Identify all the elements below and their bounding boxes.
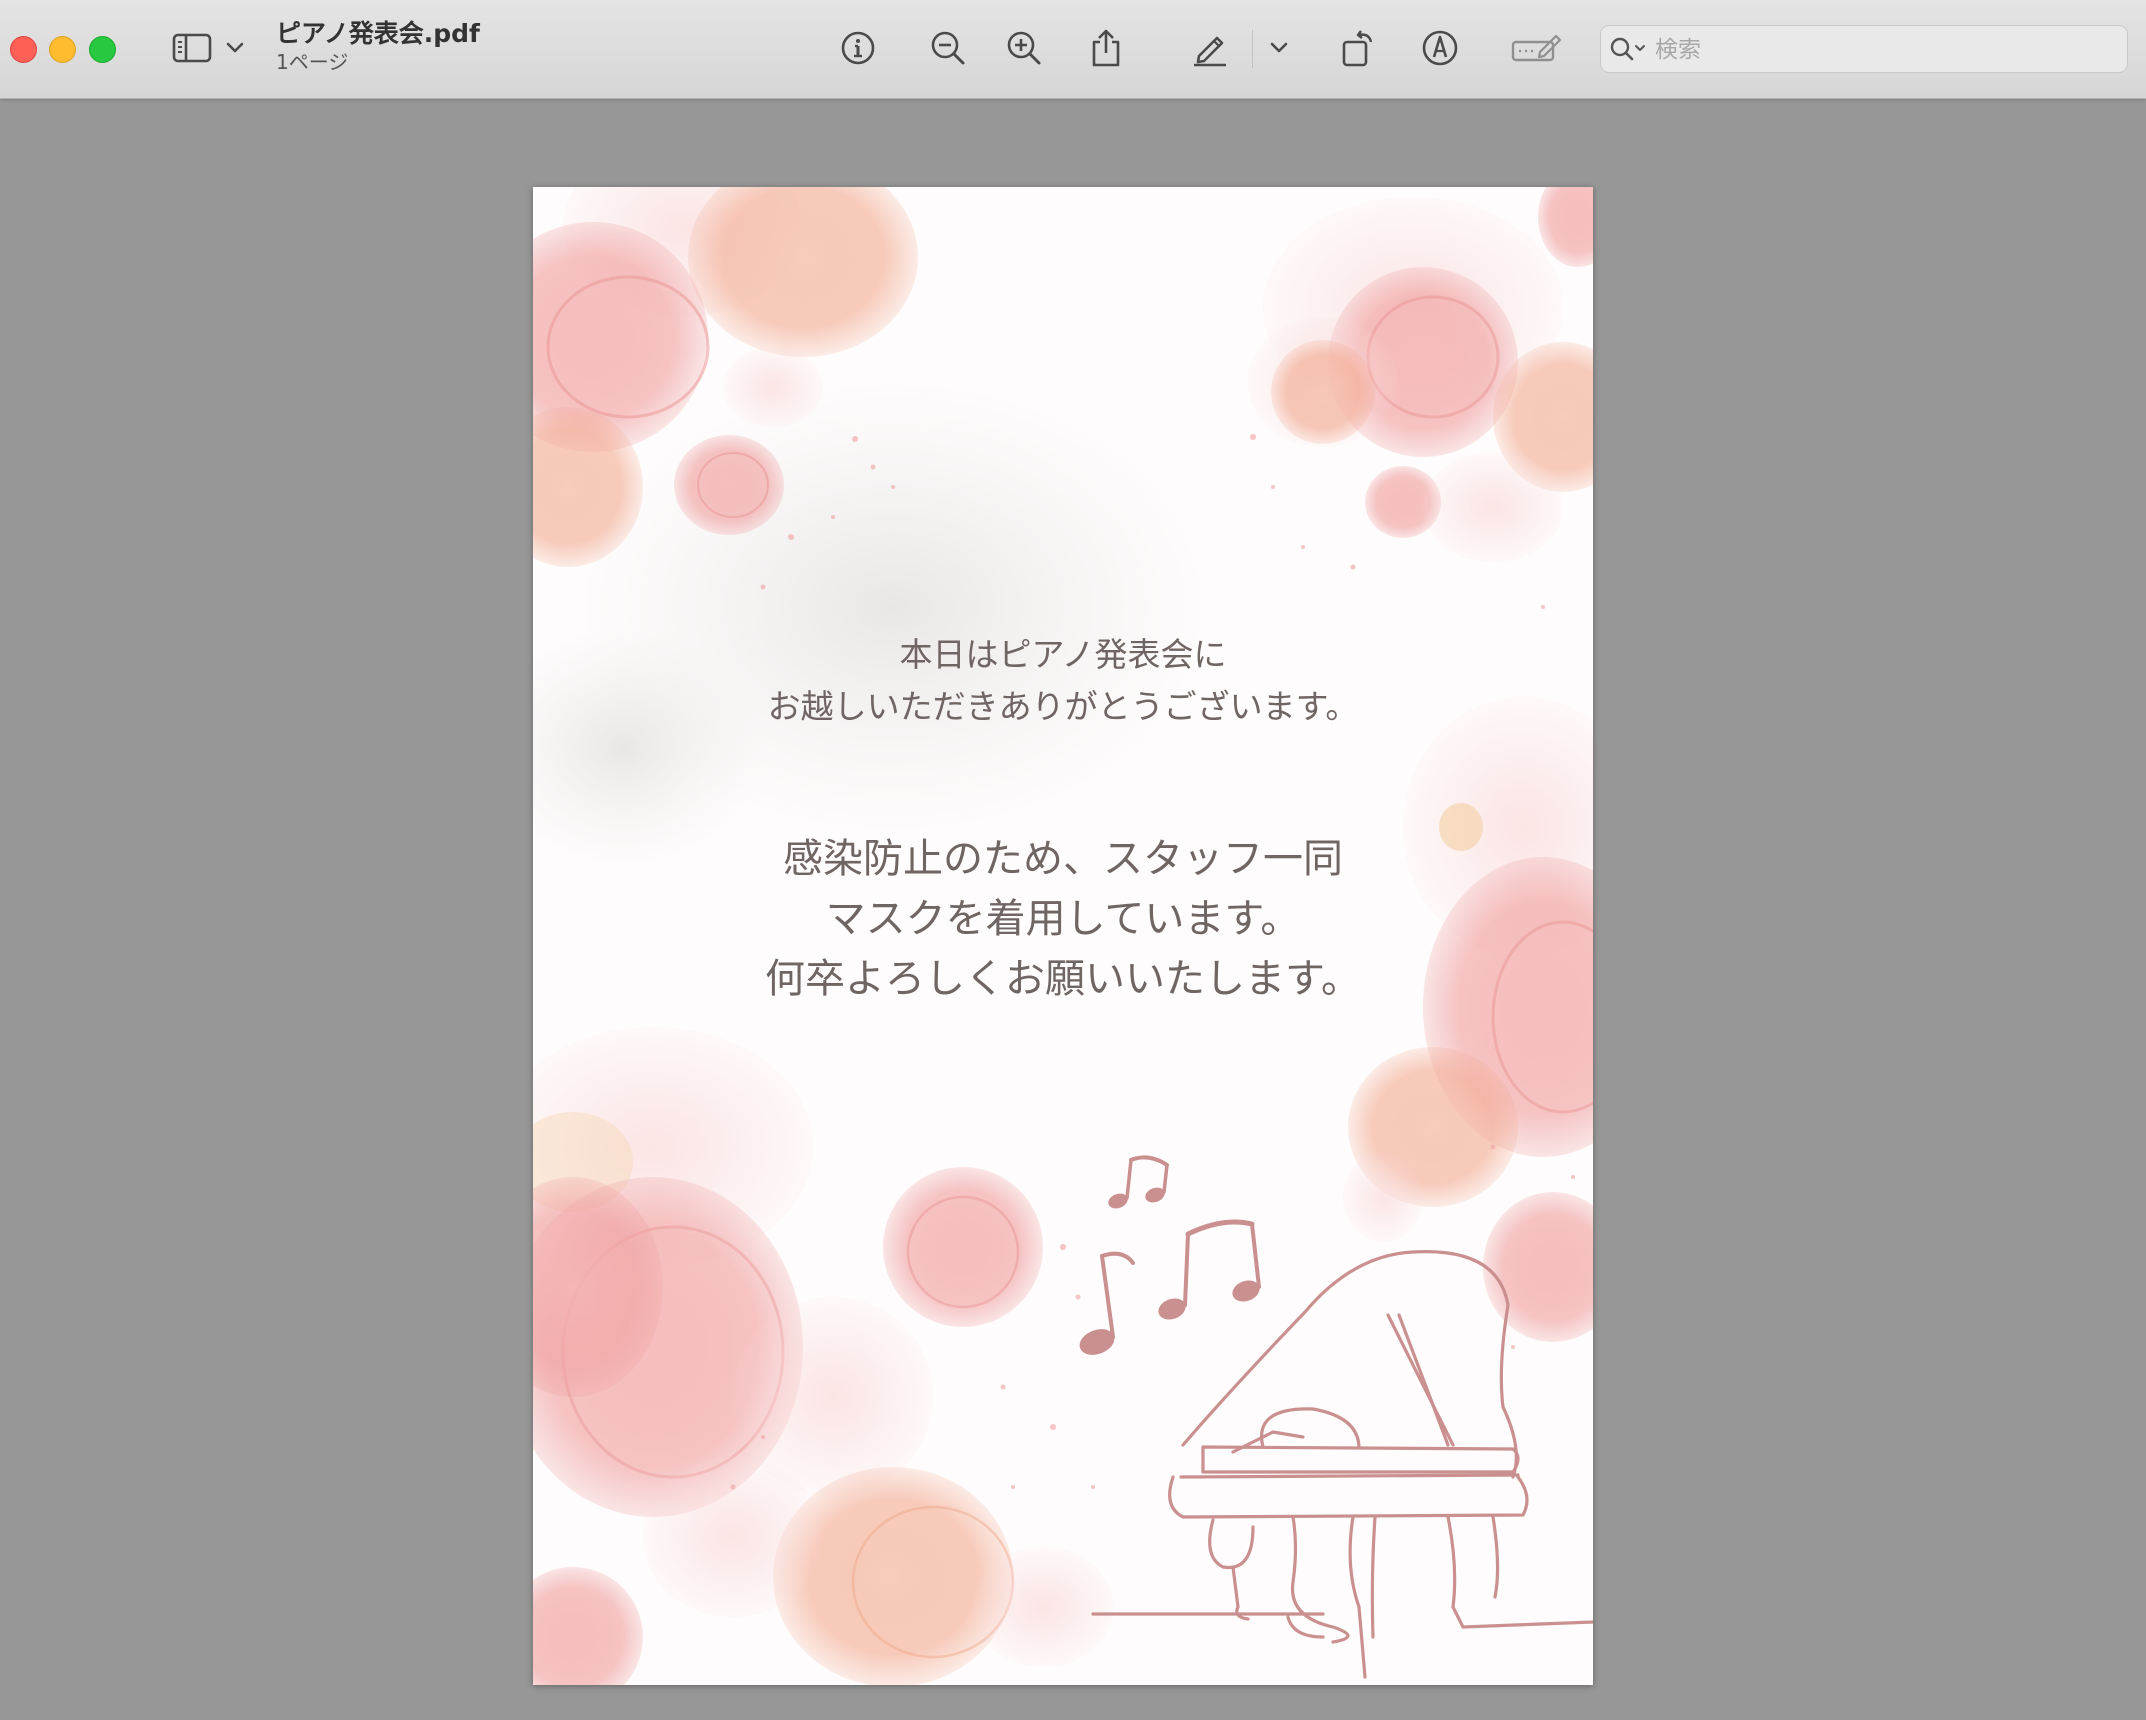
sidebar-toggle-button[interactable] xyxy=(168,24,216,72)
search-icon xyxy=(1610,37,1645,61)
sidebar-icon xyxy=(172,33,212,63)
toolbar: ピアノ発表会.pdf 1ページ xyxy=(0,0,2146,99)
notice-line-2: マスクを着用しています。 xyxy=(825,896,1301,942)
zoom-in-icon xyxy=(1007,31,1041,65)
pen-circle-icon xyxy=(1422,30,1458,66)
form-icon xyxy=(1511,34,1562,62)
share-icon xyxy=(1092,29,1120,67)
greeting-line-2: お越しいただきありがとうございます。 xyxy=(767,687,1359,726)
pencil-icon xyxy=(1194,36,1226,67)
greeting-line-1: 本日はピアノ発表会に xyxy=(899,635,1227,674)
greeting-message: 本日はピアノ発表会に お越しいただきありがとうございます。 xyxy=(533,629,1593,733)
share-button[interactable] xyxy=(1082,24,1130,72)
rotate-button[interactable] xyxy=(1334,24,1382,72)
sidebar-menu-button[interactable] xyxy=(222,24,248,72)
info-button[interactable] xyxy=(834,24,882,72)
form-fill-button[interactable] xyxy=(1508,24,1564,72)
zoom-out-button[interactable] xyxy=(924,24,972,72)
notice-line-1: 感染防止のため、スタッフ一同 xyxy=(783,836,1343,882)
search-field[interactable] xyxy=(1600,25,2128,73)
zoom-in-button[interactable] xyxy=(1000,24,1048,72)
mask-notice-message: 感染防止のため、スタッフ一同 マスクを着用しています。 何卒よろしくお願いいたし… xyxy=(533,829,1593,1009)
toolbar-separator xyxy=(1252,30,1253,68)
window-title-block: ピアノ発表会.pdf 1ページ xyxy=(276,18,480,74)
markup-button[interactable] xyxy=(1186,24,1234,72)
search-input[interactable] xyxy=(1653,32,2117,68)
minimize-window-button[interactable] xyxy=(49,36,76,63)
info-icon xyxy=(841,31,875,65)
close-window-button[interactable] xyxy=(10,36,37,63)
chevron-down-icon xyxy=(1270,42,1288,53)
pdf-page[interactable]: 本日はピアノ発表会に お越しいただきありがとうございます。 感染防止のため、スタ… xyxy=(533,187,1593,1685)
document-title: ピアノ発表会.pdf xyxy=(276,19,480,48)
notice-line-3: 何卒よろしくお願いいたします。 xyxy=(765,956,1361,1002)
zoom-window-button[interactable] xyxy=(89,36,116,63)
page-count: 1ページ xyxy=(276,50,349,74)
chevron-down-icon xyxy=(226,42,244,53)
markup-menu-button[interactable] xyxy=(1266,24,1292,72)
zoom-out-icon xyxy=(931,31,965,65)
rotate-icon xyxy=(1342,30,1373,67)
annotate-button[interactable] xyxy=(1416,24,1464,72)
